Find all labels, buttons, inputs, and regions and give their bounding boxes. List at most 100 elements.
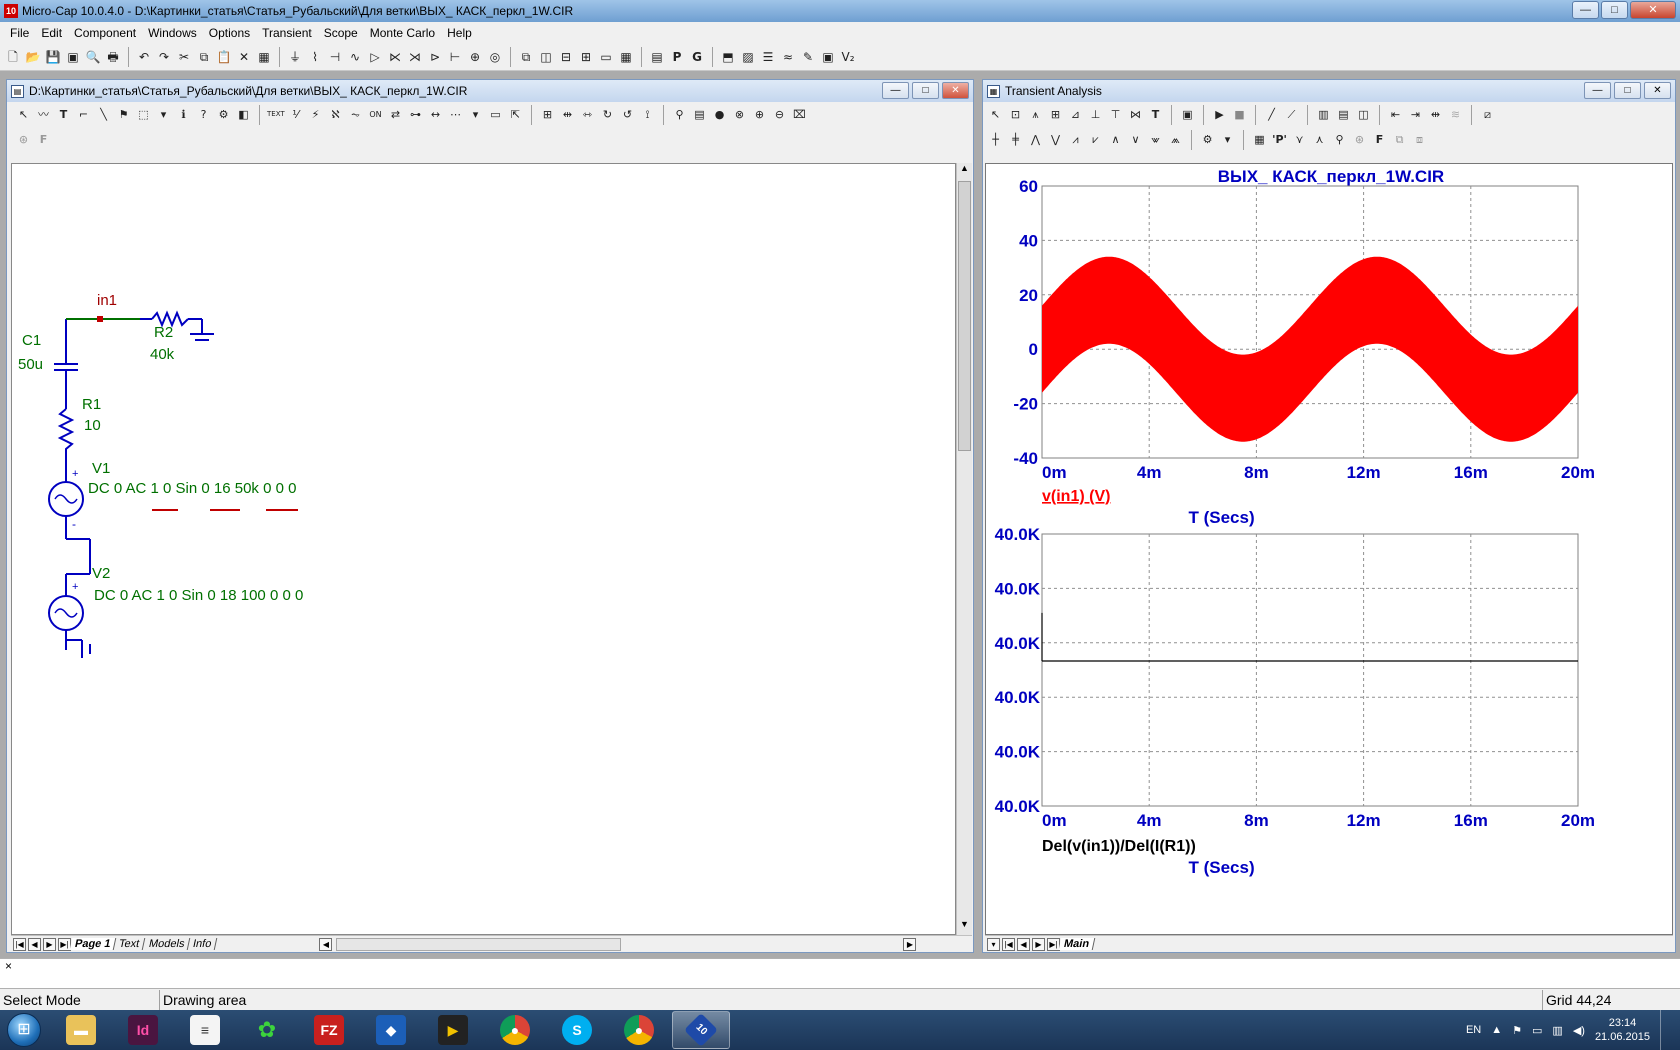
start-button[interactable]: ⊞ bbox=[0, 1010, 48, 1050]
wave-peak-icon[interactable]: ⩚ bbox=[1027, 106, 1044, 123]
linear-icon[interactable]: ╱ bbox=[1263, 106, 1280, 123]
print-preview-icon[interactable]: 🔍 bbox=[84, 48, 102, 66]
flag-icon[interactable]: ⚑ bbox=[115, 106, 132, 123]
columns-icon[interactable]: ◫ bbox=[1355, 106, 1372, 123]
function-f-icon[interactable]: F bbox=[1371, 131, 1388, 148]
rotate-left-icon[interactable]: ↺ bbox=[619, 106, 636, 123]
stop-icon[interactable]: ● bbox=[711, 106, 728, 123]
resistor-icon[interactable]: ⌇ bbox=[306, 48, 324, 66]
paste-plot-icon[interactable]: ⧈ bbox=[1411, 131, 1428, 148]
delete-icon[interactable]: ✕ bbox=[235, 48, 253, 66]
grid-dots-icon[interactable]: ⋯ bbox=[447, 106, 464, 123]
tile-horizontal-icon[interactable]: ⊟ bbox=[557, 48, 575, 66]
c1-value[interactable]: 50u bbox=[18, 356, 43, 373]
schematic-minimize-button[interactable]: — bbox=[882, 82, 909, 99]
select-arrow-icon[interactable]: ↖ bbox=[987, 106, 1004, 123]
redo-icon[interactable]: ↷ bbox=[155, 48, 173, 66]
vertical-tag-icon[interactable]: ⊤ bbox=[1107, 106, 1124, 123]
tray-expand-icon[interactable]: ▲ bbox=[1491, 1024, 1502, 1036]
v1-name[interactable]: V1 bbox=[92, 460, 110, 477]
inflection-icon[interactable]: ∧ bbox=[1107, 131, 1124, 148]
battery-icon[interactable]: ⊢ bbox=[446, 48, 464, 66]
copy-plot-icon[interactable]: ⧉ bbox=[1391, 131, 1408, 148]
r2-name[interactable]: R2 bbox=[154, 324, 173, 341]
menu-options[interactable]: Options bbox=[203, 26, 256, 40]
split-window-icon[interactable]: ⊞ bbox=[577, 48, 595, 66]
tab-main[interactable]: Main bbox=[1058, 938, 1096, 950]
tab-prev-icon[interactable]: ◀ bbox=[1017, 937, 1030, 951]
analysis-icon[interactable]: ⬒ bbox=[719, 48, 737, 66]
probe-icon[interactable]: P bbox=[668, 48, 686, 66]
tab-next-icon[interactable]: ▶ bbox=[43, 937, 56, 951]
ground-icon[interactable]: ⏚ bbox=[286, 48, 304, 66]
subscript-icon[interactable]: V₂ bbox=[839, 48, 857, 66]
rotate-icon[interactable]: ↻ bbox=[599, 106, 616, 123]
waveform-icon[interactable]: ≈ bbox=[779, 48, 797, 66]
show-desktop-button[interactable] bbox=[1660, 1010, 1672, 1050]
cursor-icon[interactable]: ⇱ bbox=[507, 106, 524, 123]
tag-icon[interactable]: ⊞ bbox=[1047, 106, 1064, 123]
table-icon[interactable]: ▥ bbox=[1315, 106, 1332, 123]
v2-params[interactable]: DC 0 AC 1 0 Sin 0 18 100 0 0 0 bbox=[94, 587, 303, 604]
command-close-icon[interactable]: × bbox=[5, 959, 12, 973]
tab-page-1[interactable]: Page 1 bbox=[69, 938, 117, 950]
shape-icon[interactable]: ⬚ bbox=[135, 106, 152, 123]
find-icon[interactable]: ⚲ bbox=[671, 106, 688, 123]
r1-name[interactable]: R1 bbox=[82, 396, 101, 413]
low-icon[interactable]: ⩗ bbox=[1087, 131, 1104, 148]
zoom-out-icon[interactable]: ⊖ bbox=[771, 106, 788, 123]
tab-text[interactable]: Text bbox=[114, 938, 146, 950]
text-tool-icon[interactable]: T bbox=[1147, 106, 1164, 123]
paste-icon[interactable]: 📋 bbox=[215, 48, 233, 66]
menu-edit[interactable]: Edit bbox=[35, 26, 68, 40]
tab-first-icon[interactable]: |◀ bbox=[1002, 937, 1015, 951]
line-icon[interactable]: ╲ bbox=[95, 106, 112, 123]
cursor-mode2-icon[interactable]: ╪ bbox=[1007, 131, 1024, 148]
dropdown-arrow-icon[interactable]: ▾ bbox=[155, 106, 172, 123]
performance-tag-icon[interactable]: ⋈ bbox=[1127, 106, 1144, 123]
voltage-display-icon[interactable]: ⚡ bbox=[307, 106, 324, 123]
camera-icon[interactable]: ⌧ bbox=[791, 106, 808, 123]
wire-corner-icon[interactable]: ⌐ bbox=[75, 106, 92, 123]
taskbar-indesign[interactable]: Id bbox=[114, 1011, 172, 1049]
clock[interactable]: 23:14 21.06.2015 bbox=[1595, 1016, 1650, 1044]
stop-sim-icon[interactable]: ■ bbox=[1231, 106, 1248, 123]
peak-icon[interactable]: ⋀ bbox=[1027, 131, 1044, 148]
pen-icon[interactable]: ✎ bbox=[799, 48, 817, 66]
grid-g-icon[interactable]: G bbox=[688, 48, 706, 66]
cursor-mode-icon[interactable]: ┼ bbox=[987, 131, 1004, 148]
taskbar-microcap[interactable]: 10 bbox=[672, 1011, 730, 1049]
info-icon[interactable]: ℹ bbox=[175, 106, 192, 123]
globe-icon[interactable]: ⊛ bbox=[1351, 131, 1368, 148]
analysis-close-button[interactable]: ✕ bbox=[1644, 82, 1671, 99]
capacitor-icon[interactable]: ⊣ bbox=[326, 48, 344, 66]
help-icon[interactable]: ? bbox=[195, 106, 212, 123]
top-icon[interactable]: ⩕ bbox=[1167, 131, 1184, 148]
tab-dropdown-icon[interactable]: ▾ bbox=[987, 937, 1000, 951]
cursor-left-icon[interactable]: ⇤ bbox=[1387, 106, 1404, 123]
menu-monte-carlo[interactable]: Monte Carlo bbox=[364, 26, 441, 40]
r1-value[interactable]: 10 bbox=[84, 417, 101, 434]
taskbar-filezilla[interactable]: FZ bbox=[300, 1011, 358, 1049]
menu-file[interactable]: File bbox=[4, 26, 35, 40]
calculator-icon[interactable]: ▦ bbox=[617, 48, 635, 66]
scope-icon[interactable]: ⧄ bbox=[1479, 106, 1496, 123]
node-label-in1[interactable]: in1 bbox=[97, 292, 117, 309]
taskbar-vmware[interactable]: ◆ bbox=[362, 1011, 420, 1049]
c1-name[interactable]: C1 bbox=[22, 332, 41, 349]
properties-icon[interactable]: ▤ bbox=[691, 106, 708, 123]
window-icon[interactable]: ▭ bbox=[597, 48, 615, 66]
menu-windows[interactable]: Windows bbox=[142, 26, 203, 40]
image-icon[interactable]: ▨ bbox=[739, 48, 757, 66]
properties-icon[interactable]: ▣ bbox=[1179, 106, 1196, 123]
tile-vertical-icon[interactable]: ◫ bbox=[537, 48, 555, 66]
print-icon[interactable]: 🖶 bbox=[104, 48, 122, 66]
menu-scope[interactable]: Scope bbox=[318, 26, 364, 40]
r2-value[interactable]: 40k bbox=[150, 346, 174, 363]
hscroll-left-icon[interactable]: ◀ bbox=[319, 937, 333, 951]
cursor-fade-icon[interactable]: ≋ bbox=[1447, 106, 1464, 123]
scroll-up-arrow-icon[interactable]: ▲ bbox=[957, 163, 972, 179]
plot-icon[interactable]: ▣ bbox=[819, 48, 837, 66]
taskbar-chrome-2[interactable]: ● bbox=[610, 1011, 668, 1049]
save-icon[interactable]: 💾 bbox=[44, 48, 62, 66]
